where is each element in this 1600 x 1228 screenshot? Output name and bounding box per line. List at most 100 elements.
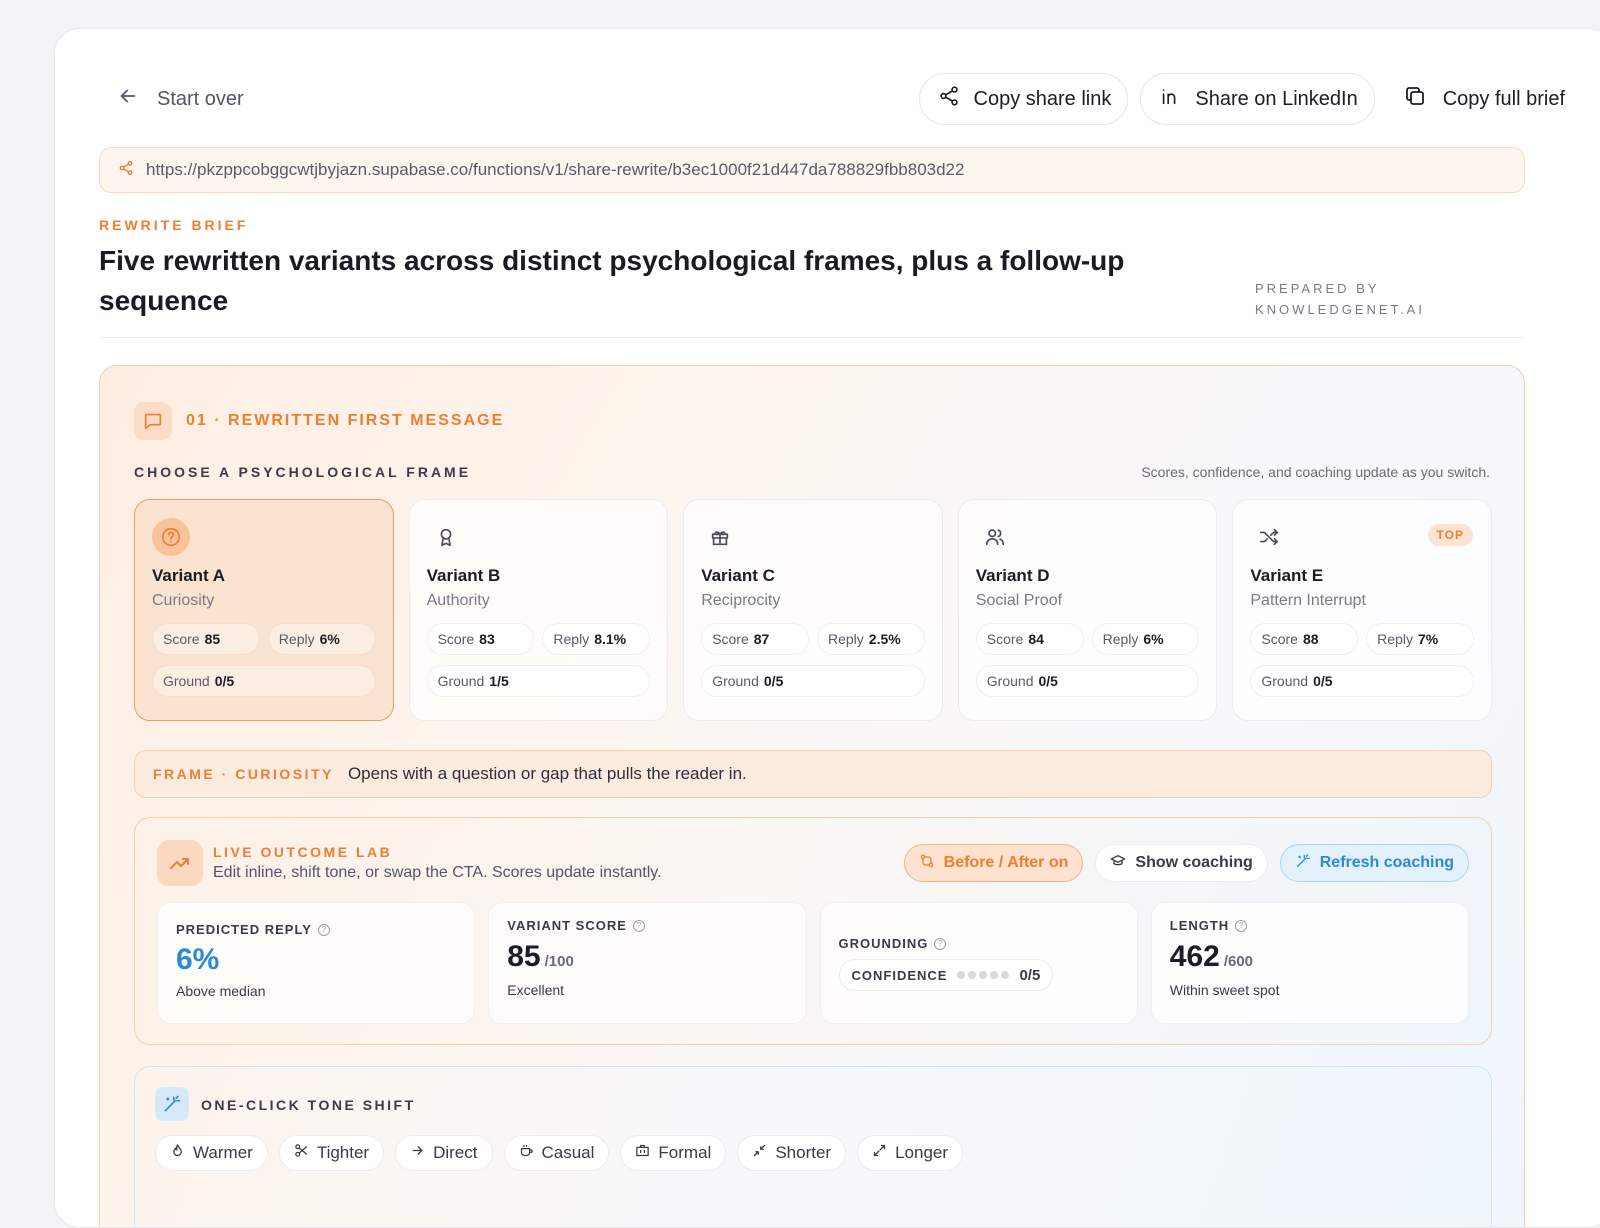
tone-tighter-button[interactable]: Tighter [278,1135,385,1171]
reply-chip: Reply 2.5% [816,623,925,655]
magic-wand-icon [155,1087,189,1121]
metric-note: Above median [176,983,266,999]
variant-card-b[interactable]: Variant B Authority Score 83 Reply 8.1% Gr… [408,499,669,721]
grounding-metric: GROUNDING? CONFIDENCE 0/5 [819,902,1138,1024]
page-title: Five rewritten variants across distinct … [99,245,1125,316]
variant-name: Variant A [152,566,226,585]
rewrite-brief-eyebrow: REWRITE BRIEF [99,217,249,233]
tone-casual-button[interactable]: Casual [503,1135,610,1171]
confidence-label: CONFIDENCE [851,967,948,983]
variant-cards: Variant A Curiosity Score 85 Reply 6% Grou… [134,499,1492,721]
show-coaching-button[interactable]: Show coaching [1095,844,1268,882]
score-chip: Score 87 [701,623,809,655]
reply-chip: Reply 7% [1366,623,1474,655]
tone-longer-button[interactable]: Longer [857,1135,964,1171]
share-linkedin-button[interactable]: Share on LinkedIn [1140,73,1375,125]
variant-frame: Curiosity [152,592,215,609]
tone-shorter-button[interactable]: Shorter [737,1135,847,1171]
prepared-by-label: PREPARED BY [1255,281,1380,296]
frame-label: FRAME · CURIOSITY [153,766,334,782]
tone-buttons: Warmer Tighter Direct Casual Formal Shor… [155,1135,964,1171]
reply-chip: Reply 8.1% [542,623,651,655]
confidence-dots [957,971,1010,979]
copy-full-brief-label: Copy full brief [1442,87,1565,110]
ground-chip: Ground 1/5 [426,665,651,697]
metric-note: Within sweet spot [1169,982,1280,998]
help-icon[interactable]: ? [934,937,947,950]
top-bar: Start over Copy share link Share on Link… [99,73,1565,125]
refresh-coaching-button[interactable]: Refresh coaching [1279,844,1469,882]
tone-formal-button[interactable]: Formal [620,1135,727,1171]
coffee-icon [519,1143,534,1163]
variant-card-a[interactable]: Variant A Curiosity Score 85 Reply 6% Grou… [134,499,394,721]
copy-full-brief-button[interactable]: Copy full brief [1387,73,1565,125]
linkedin-icon [1159,85,1181,113]
variant-card-e[interactable]: TOP Variant E Pattern Interrupt Score 88 … [1232,499,1492,721]
maximize-icon [872,1143,887,1163]
frame-description: Opens with a question or gap that pulls … [347,764,747,783]
start-over-button[interactable]: Start over [117,85,244,113]
tone-warmer-button[interactable]: Warmer [155,1135,268,1171]
frame-description-bar: FRAME · CURIOSITY Opens with a question … [134,750,1492,798]
lab-subtitle: Edit inline, shift tone, or swap the CTA… [213,864,662,881]
predicted-reply-metric: PREDICTED REPLY? 6% Above median [157,902,476,1024]
metric-unit: /100 [544,953,574,970]
tone-shift-title: ONE-CLICK TONE SHIFT [201,1097,416,1113]
prepared-by: PREPARED BY KNOWLEDGENET.AI [1255,278,1425,320]
lab-actions: Before / After on Show coaching Refresh … [903,844,1469,882]
magic-wand-icon [1295,853,1311,874]
flame-icon [170,1143,185,1163]
confidence-value: 0/5 [1019,966,1041,984]
compare-icon [919,853,935,874]
show-coaching-label: Show coaching [1135,854,1253,871]
help-icon[interactable]: ? [317,923,330,936]
arrow-left-icon [117,85,139,113]
help-icon[interactable]: ? [1235,919,1248,932]
shuffle-icon [1250,518,1288,556]
score-chip: Score 88 [1250,623,1359,655]
confidence-pill: CONFIDENCE 0/5 [838,959,1054,991]
tone-direct-button[interactable]: Direct [395,1135,493,1171]
tone-shift-panel: ONE-CLICK TONE SHIFT Warmer Tighter Dire… [134,1066,1492,1227]
length-metric: LENGTH? 462/600 Within sweet spot [1150,902,1469,1024]
score-chip: Score 85 [152,623,260,655]
choose-frame-label: CHOOSE A PSYCHOLOGICAL FRAME [134,464,472,480]
help-icon[interactable]: ? [632,919,645,932]
copy-icon [1403,84,1427,114]
variant-name: Variant C [701,566,775,585]
copy-share-link-button[interactable]: Copy share link [918,73,1129,125]
users-icon [976,518,1014,556]
lab-title: LIVE OUTCOME LAB [213,844,393,860]
section-title: 01 · REWRITTEN FIRST MESSAGE [186,412,505,429]
message-icon [134,402,172,440]
before-after-toggle[interactable]: Before / After on [903,844,1084,882]
variant-name: Variant E [1250,566,1324,585]
rewritten-first-message-panel: 01 · REWRITTEN FIRST MESSAGE CHOOSE A PS… [99,365,1525,1227]
variant-card-c[interactable]: Variant C Reciprocity Score 87 Reply 2.5% … [683,499,943,721]
share-url-field[interactable]: https://pkzppcobggcwtjbyjazn.supabase.co… [99,147,1525,193]
question-circle-icon [152,518,190,556]
prepared-by-org: KNOWLEDGENET.AI [1255,302,1425,317]
metric-label: VARIANT SCORE [507,918,627,933]
trending-up-icon [157,840,203,886]
variant-score-metric: VARIANT SCORE? 85/100 Excellent [488,902,807,1024]
share-icon [938,85,960,113]
start-over-label: Start over [157,87,244,110]
share-linkedin-label: Share on LinkedIn [1195,87,1358,110]
gift-icon [701,518,739,556]
ground-chip: Ground 0/5 [152,665,376,697]
live-outcome-lab: LIVE OUTCOME LAB Edit inline, shift tone… [134,817,1492,1045]
metric-label: PREDICTED REPLY [176,922,312,937]
share-url-text: https://pkzppcobggcwtjbyjazn.supabase.co… [146,160,965,179]
graduation-cap-icon [1110,853,1126,874]
refresh-coaching-label: Refresh coaching [1319,854,1454,871]
copy-share-link-label: Copy share link [973,87,1112,110]
ground-chip: Ground 0/5 [975,665,1200,697]
variant-card-d[interactable]: Variant D Social Proof Score 84 Reply 6% G… [957,499,1218,721]
reply-chip: Reply 6% [1091,623,1200,655]
share-actions: Copy share link Share on LinkedIn Copy f… [918,73,1565,125]
metric-unit: /600 [1223,953,1254,970]
metric-label: LENGTH [1169,918,1230,933]
score-chip: Score 83 [426,623,535,655]
divider [99,337,1525,338]
